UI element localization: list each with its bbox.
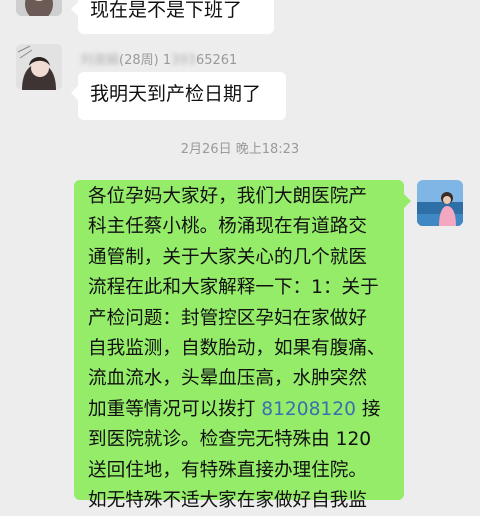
message-bubble-1[interactable]: 现在是不是下班了 [71, 0, 274, 34]
avatar-other-2[interactable] [16, 44, 62, 90]
timestamp: 2月26日 晚上18:23 [180, 142, 300, 157]
phone-link[interactable]: 81208120 [261, 399, 356, 420]
sender-phone-tail: 65261 [195, 53, 238, 68]
sender-name: 刘淑娟(28周) 139365261 [80, 49, 237, 68]
message-bubble-mine[interactable]: 各位孕妈大家好，我们大朗医院产 科主任蔡小桃。杨涌现在有道路交 通管制，关于大家… [74, 180, 411, 511]
sender-name-suffix: (28周) 1 [119, 53, 172, 68]
sender-phone-blurred: 393 [171, 53, 196, 68]
long-message-part1: 各位孕妈大家好，我们大朗医院产 科主任蔡小桃。杨涌现在有道路交 通管制，关于大家… [88, 186, 386, 420]
message-text-2: 我明天到产检日期了 [90, 83, 262, 105]
long-message-text: 各位孕妈大家好，我们大朗医院产 科主任蔡小桃。杨涌现在有道路交 通管制，关于大家… [88, 186, 386, 511]
avatar-other-1[interactable] [16, 0, 62, 16]
sender-name-blurred: 刘淑娟 [80, 53, 120, 68]
message-text-1: 现在是不是下班了 [90, 0, 243, 21]
message-bubble-2[interactable]: 我明天到产检日期了 [71, 72, 286, 120]
avatar-me[interactable] [417, 180, 463, 226]
